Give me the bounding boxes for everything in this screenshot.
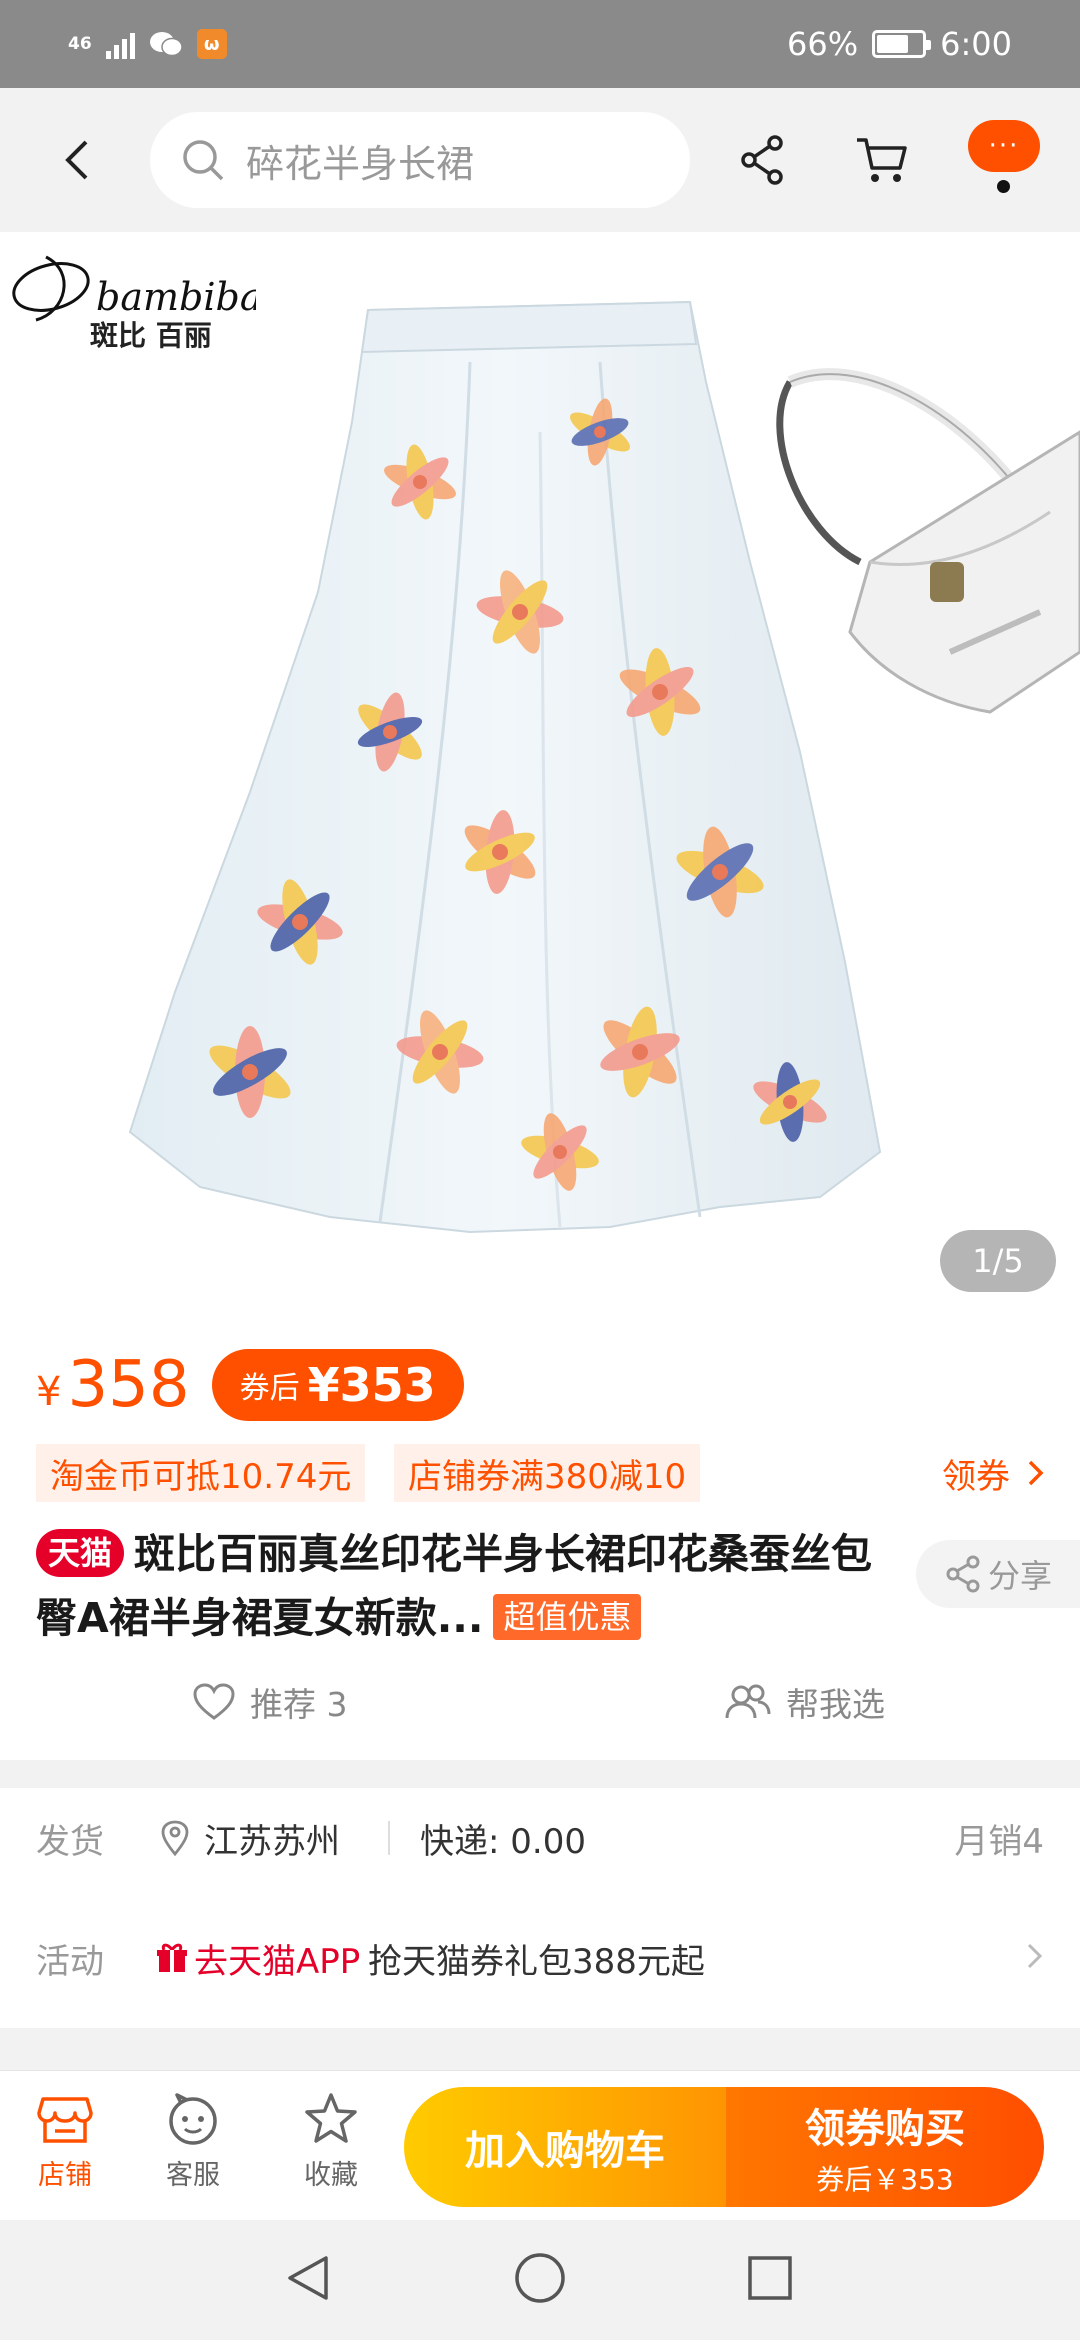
bottom-action-bar: 店铺 客服 收藏 加入购物车 领券购买 券后￥353 bbox=[0, 2070, 1080, 2220]
system-home-button[interactable] bbox=[508, 2246, 572, 2310]
shop-icon bbox=[37, 2097, 93, 2143]
tmall-badge: 天猫 bbox=[36, 1529, 125, 1577]
share-button[interactable]: 分享 bbox=[916, 1540, 1080, 1608]
after-coupon-label: 券后 bbox=[239, 1371, 300, 1406]
express-fee: 快递: 0.00 bbox=[420, 1821, 586, 1862]
status-left: 46 ω bbox=[68, 22, 227, 66]
recommend-button[interactable]: 推荐 3 bbox=[192, 1670, 348, 1734]
coupon-tag[interactable]: 淘金币可抵10.74元 bbox=[36, 1444, 366, 1502]
after-coupon-price: ¥353 bbox=[307, 1358, 436, 1412]
network-type: 46 bbox=[68, 33, 92, 54]
system-recents-button[interactable] bbox=[738, 2246, 802, 2310]
currency-symbol: ¥ bbox=[36, 1369, 62, 1415]
battery-icon bbox=[872, 30, 932, 58]
tmall-app-label: 去天猫APP bbox=[194, 1941, 361, 1982]
wechat-icon bbox=[149, 32, 183, 57]
price: 358 bbox=[67, 1348, 190, 1422]
handbag bbox=[776, 368, 1080, 714]
get-coupon-button[interactable]: 领券 bbox=[942, 1444, 1046, 1502]
help-pick-button[interactable]: 帮我选 bbox=[724, 1670, 885, 1734]
share-icon bbox=[946, 1555, 980, 1593]
buy-sub-label: 券后￥353 bbox=[816, 2163, 954, 2196]
divider bbox=[388, 1821, 390, 1855]
search-input[interactable]: 碎花半身长裙 bbox=[150, 112, 690, 208]
shipping-label: 发货 bbox=[36, 1821, 104, 1862]
ship-from: 江苏苏州 bbox=[160, 1814, 340, 1863]
notification-dot bbox=[997, 180, 1010, 193]
circle-home-icon bbox=[515, 2253, 565, 2303]
product-image[interactable]: bambibaili 斑比 百丽 1/5 bbox=[0, 232, 1080, 1300]
add-to-cart-button[interactable]: 加入购物车 bbox=[404, 2087, 726, 2207]
product-info-card: ¥ 358 券后 ¥353 淘金币可抵10.74元 店铺券满380减10 领券 … bbox=[0, 1300, 1080, 1760]
monthly-sales: 月销4 bbox=[954, 1821, 1044, 1862]
top-nav: 碎花半身长裙 ··· bbox=[0, 88, 1080, 232]
engagement-row: 推荐 3 帮我选 bbox=[0, 1670, 1080, 1734]
buy-label: 领券购买 bbox=[805, 2106, 965, 2152]
coupon-row: 淘金币可抵10.74元 店铺券满380减10 领券 bbox=[36, 1444, 1046, 1502]
activity-text: 抢天猫券礼包388元起 bbox=[368, 1941, 705, 1982]
gift-icon bbox=[157, 1943, 187, 1972]
recommend-label: 推荐 3 bbox=[250, 1685, 348, 1724]
coupon-tag[interactable]: 店铺券满380减10 bbox=[394, 1444, 701, 1502]
star-icon bbox=[305, 2093, 357, 2143]
status-bar: 46 ω 66% 6:00 bbox=[0, 0, 1080, 88]
users-icon bbox=[725, 1684, 771, 1719]
brand-chinese-name: 斑比 百丽 bbox=[90, 319, 212, 352]
activity-label: 活动 bbox=[36, 1941, 104, 1982]
signal-icon bbox=[105, 29, 135, 59]
shop-label: 店铺 bbox=[38, 2160, 92, 2191]
image-page-indicator: 1/5 bbox=[940, 1230, 1056, 1292]
detail-card: 发货 江苏苏州 快递: 0.00 月销4 活动 去天猫APP 抢天猫券礼包388… bbox=[0, 1788, 1080, 2028]
search-placeholder: 碎花半身长裙 bbox=[246, 141, 475, 186]
customer-service-icon bbox=[169, 2093, 217, 2145]
heart-icon bbox=[193, 1683, 235, 1720]
favorite-button[interactable]: 收藏 bbox=[286, 2091, 376, 2201]
system-nav-bar bbox=[0, 2220, 1080, 2340]
buy-with-coupon-button[interactable]: 领券购买 券后￥353 bbox=[726, 2087, 1044, 2207]
search-icon bbox=[183, 140, 224, 181]
system-back-button[interactable] bbox=[276, 2246, 340, 2310]
activity-row[interactable]: 活动 去天猫APP 抢天猫券礼包388元起 bbox=[0, 1908, 1080, 2008]
after-coupon-badge: 券后 ¥353 bbox=[211, 1349, 464, 1421]
chevron-left-icon bbox=[65, 140, 88, 180]
square-recents-icon bbox=[748, 2256, 792, 2300]
share-icon bbox=[741, 135, 783, 185]
battery-percent: 66% bbox=[787, 25, 859, 63]
cart-icon bbox=[857, 138, 907, 182]
share-nav-button[interactable] bbox=[724, 122, 800, 198]
skirt-photo bbox=[128, 300, 1080, 1234]
status-right: 66% 6:00 bbox=[787, 22, 1012, 66]
chevron-right-icon bbox=[1028, 1460, 1044, 1486]
triangle-back-icon bbox=[288, 2256, 328, 2300]
customer-service-label: 客服 bbox=[166, 2160, 220, 2191]
get-coupon-label: 领券 bbox=[942, 1456, 1010, 1497]
deal-badge: 超值优惠 bbox=[493, 1594, 642, 1640]
price-row: ¥ 358 券后 ¥353 bbox=[36, 1340, 464, 1430]
svg-text:bambibaili: bambibaili bbox=[96, 275, 256, 319]
help-pick-label: 帮我选 bbox=[786, 1685, 885, 1724]
product-title-block: 天猫 斑比百丽真丝印花半身长裙印花桑蚕丝包臀A裙半身裙夏女新款... 超值优惠 bbox=[36, 1522, 906, 1650]
favorite-label: 收藏 bbox=[304, 2160, 358, 2191]
share-label: 分享 bbox=[987, 1557, 1052, 1595]
ship-location: 江苏苏州 bbox=[204, 1821, 340, 1862]
tmall-app-tag: 去天猫APP bbox=[156, 1934, 360, 1983]
shipping-row[interactable]: 发货 江苏苏州 快递: 0.00 月销4 bbox=[0, 1788, 1080, 1888]
location-pin-icon bbox=[161, 1820, 189, 1857]
uc-browser-icon: ω bbox=[196, 29, 227, 59]
clock: 6:00 bbox=[940, 25, 1012, 63]
customer-service-button[interactable]: 客服 bbox=[148, 2091, 238, 2201]
shop-button[interactable]: 店铺 bbox=[20, 2091, 110, 2201]
more-button[interactable]: ··· bbox=[968, 120, 1040, 172]
product-title: 斑比百丽真丝印花半身长裙印花桑蚕丝包臀A裙半身裙夏女新款... bbox=[36, 1530, 873, 1642]
back-button[interactable] bbox=[40, 122, 116, 198]
chevron-right-icon bbox=[1026, 1936, 1044, 1980]
cart-nav-button[interactable] bbox=[844, 122, 920, 198]
